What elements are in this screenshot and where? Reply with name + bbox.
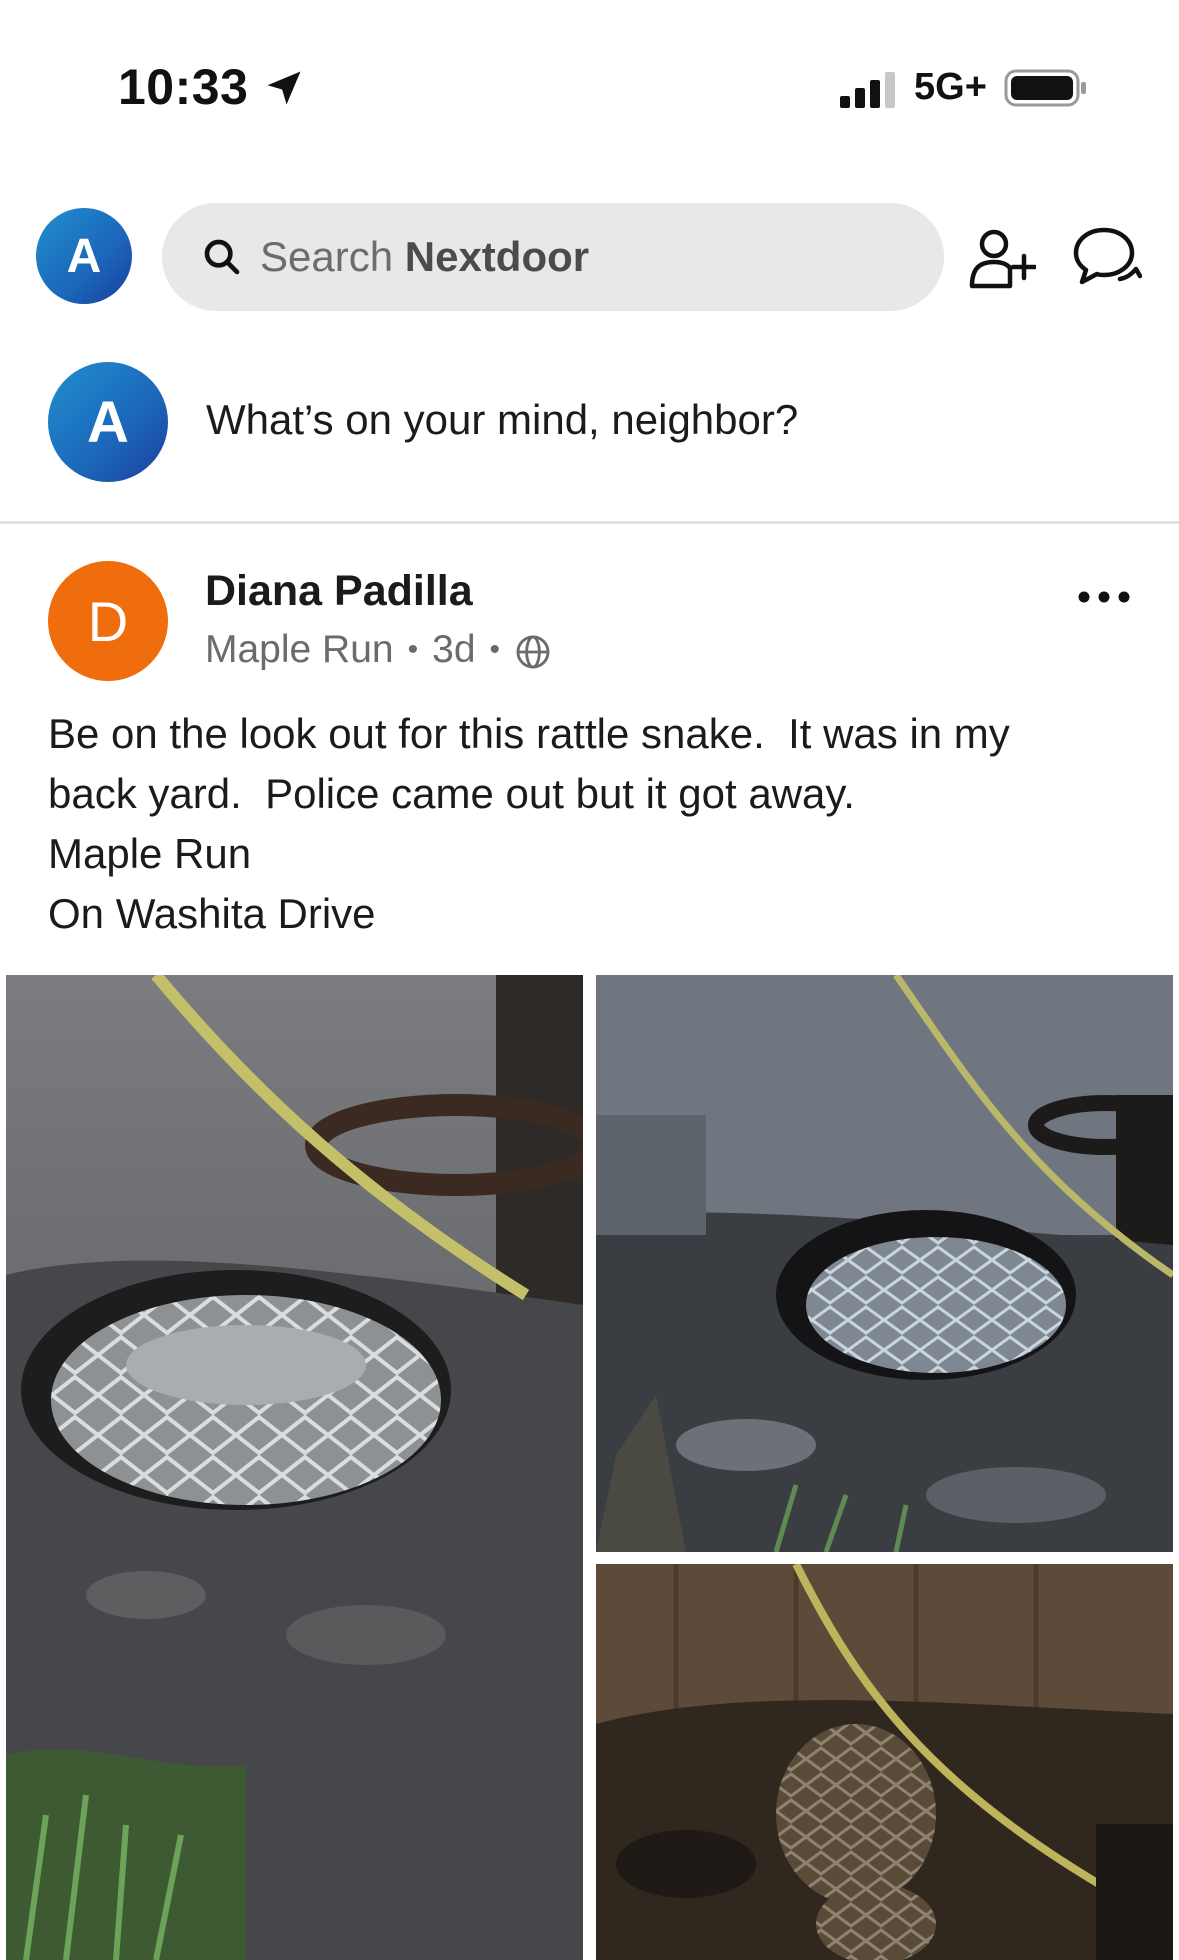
network-type: 5G+ <box>914 66 987 108</box>
divider <box>0 521 1179 524</box>
add-neighbor-icon[interactable] <box>966 226 1036 292</box>
meta-separator: • <box>489 633 501 666</box>
post-body-line: On Washita Drive <box>48 890 376 937</box>
post-age: 3d <box>432 628 476 671</box>
post-body-line: back yard. Police came out but it got aw… <box>48 770 855 817</box>
post-neighborhood[interactable]: Maple Run <box>205 628 394 672</box>
post-photo-snake-closeup[interactable] <box>6 975 583 1960</box>
composer-avatar: A <box>48 362 168 482</box>
signal-icon <box>840 72 895 108</box>
post-body: Be on the look out for this rattle snake… <box>48 704 1138 944</box>
profile-avatar[interactable]: A <box>36 208 132 304</box>
post-author-name[interactable]: Diana Padilla <box>205 567 473 616</box>
search-icon <box>204 239 240 275</box>
post-body-line: Maple Run <box>48 830 252 877</box>
post-body-line: Be on the look out for this rattle snake… <box>48 710 1010 757</box>
battery-icon <box>1004 69 1086 107</box>
composer-prompt[interactable]: What’s on your mind, neighbor? <box>206 396 798 444</box>
more-options-icon[interactable] <box>1074 582 1134 612</box>
post-author-avatar[interactable]: D <box>48 561 168 681</box>
post-meta: Maple Run • 3d • <box>205 628 552 672</box>
status-bar: 10:33 5G+ <box>0 0 1179 150</box>
status-time: 10:33 <box>118 59 249 115</box>
location-arrow-icon <box>267 71 301 105</box>
post-photo-snake-dirt[interactable] <box>596 1564 1173 1960</box>
search-placeholder: Search Nextdoor <box>260 233 590 280</box>
meta-separator: • <box>407 633 419 666</box>
chat-icon[interactable] <box>1070 224 1142 292</box>
post-photo-snake-by-fence[interactable] <box>596 975 1173 1552</box>
globe-icon <box>516 635 550 669</box>
search-bar[interactable]: Search Nextdoor <box>162 203 944 311</box>
